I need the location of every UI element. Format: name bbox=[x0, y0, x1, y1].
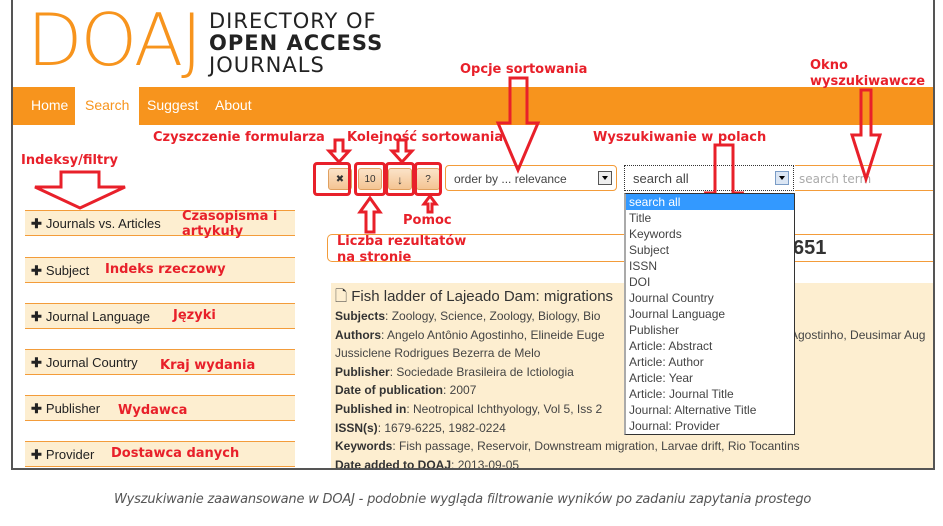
arrow-search-window bbox=[849, 88, 883, 184]
arrow-sort-dir bbox=[388, 138, 416, 165]
arrow-filters bbox=[34, 170, 126, 210]
option-article-journal-title[interactable]: Article: Journal Title bbox=[626, 386, 794, 402]
option-journal-provider[interactable]: Journal: Provider bbox=[626, 418, 794, 434]
option-keywords[interactable]: Keywords bbox=[626, 226, 794, 242]
arrow-page-size bbox=[357, 195, 383, 234]
arrow-clear bbox=[325, 138, 353, 165]
option-journal-language[interactable]: Journal Language bbox=[626, 306, 794, 322]
option-journal-alternative-title[interactable]: Journal: Alternative Title bbox=[626, 402, 794, 418]
option-publisher[interactable]: Publisher bbox=[626, 322, 794, 338]
doaj-page: DOAJ DIRECTORY OF OPEN ACCESS JOURNALS H… bbox=[11, 0, 935, 470]
option-search-all[interactable]: search all bbox=[626, 194, 794, 210]
search-field-options: search all Title Keywords Subject ISSN D… bbox=[624, 193, 795, 435]
option-issn[interactable]: ISSN bbox=[626, 258, 794, 274]
option-article-abstract[interactable]: Article: Abstract bbox=[626, 338, 794, 354]
arrow-help bbox=[421, 193, 439, 214]
option-article-year[interactable]: Article: Year bbox=[626, 370, 794, 386]
option-journal-country[interactable]: Journal Country bbox=[626, 290, 794, 306]
option-doi[interactable]: DOI bbox=[626, 274, 794, 290]
arrow-sort-options bbox=[495, 76, 541, 174]
option-subject[interactable]: Subject bbox=[626, 242, 794, 258]
figure-caption: Wyszukiwanie zaawansowane w DOAJ - podob… bbox=[114, 492, 812, 507]
annotation-arrows bbox=[34, 76, 883, 236]
option-article-author[interactable]: Article: Author bbox=[626, 354, 794, 370]
option-title[interactable]: Title bbox=[626, 210, 794, 226]
